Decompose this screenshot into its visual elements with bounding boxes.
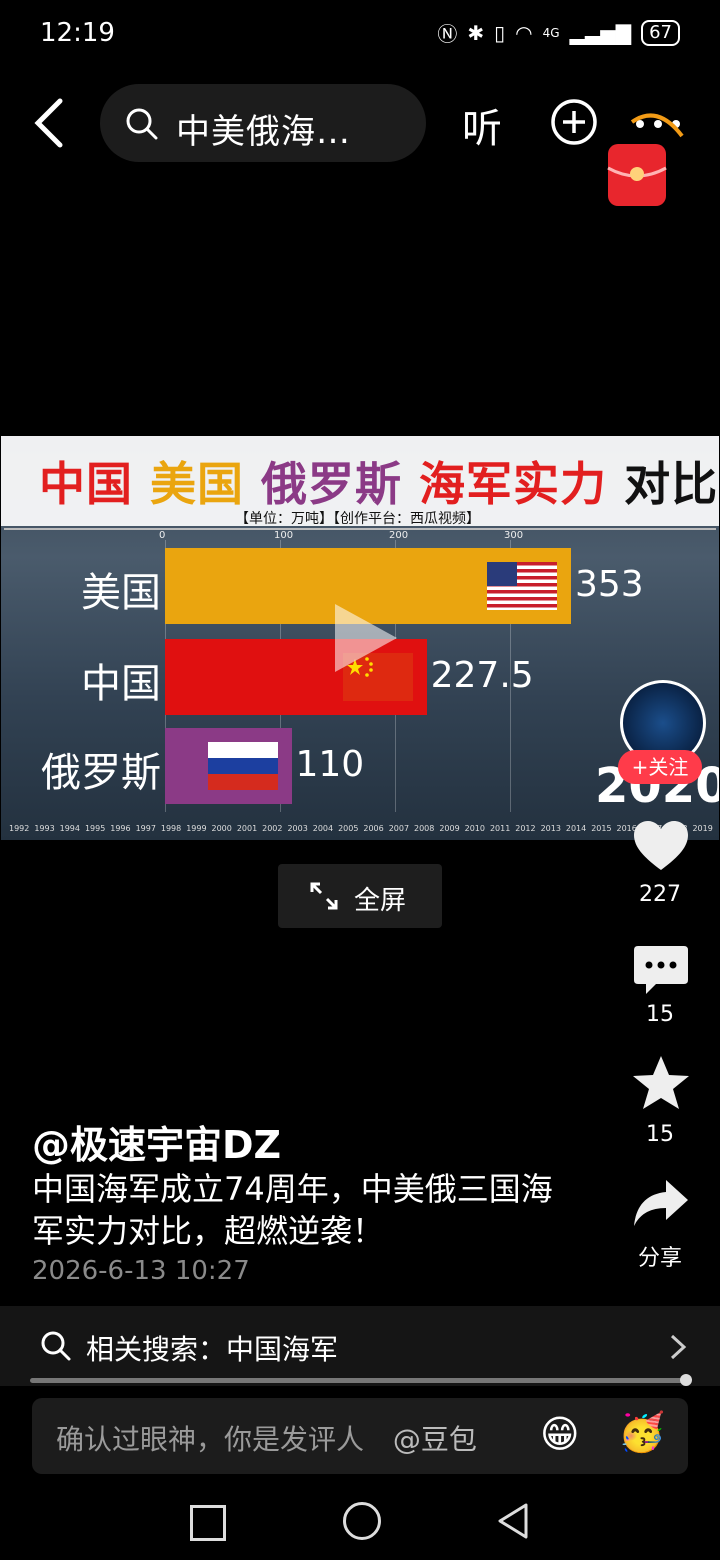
timeline-year: 2002	[262, 824, 283, 833]
comment-input[interactable]: 确认过眼神，你是发评人 @豆包 😁 🥳	[32, 1398, 688, 1474]
add-icon[interactable]	[550, 98, 598, 146]
category-label: 美国	[81, 570, 161, 616]
value-label: 227.5	[430, 655, 534, 696]
video-subtitle: 【单位：万吨】【创作平台：西瓜视频】	[235, 511, 480, 527]
tick-label: 200	[389, 530, 409, 541]
video-progress-bar[interactable]	[30, 1378, 686, 1383]
timeline-year: 2006	[363, 824, 384, 833]
timeline-year: 2015	[591, 824, 612, 833]
timeline-year: 2003	[287, 824, 308, 833]
home-button[interactable]	[343, 1502, 381, 1540]
timeline-year: 1996	[110, 824, 131, 833]
timeline-year: 1993	[34, 824, 55, 833]
share-label: 分享	[637, 1246, 682, 1271]
follow-button[interactable]: +关注	[618, 750, 702, 784]
category-label: 俄罗斯	[41, 750, 161, 796]
search-icon	[41, 1331, 71, 1361]
timeline-year: 2005	[338, 824, 359, 833]
expand-icon	[310, 882, 338, 910]
post-description: 中国海军成立74周年，中美俄三国海军实力对比，超燃逆袭！	[32, 1170, 553, 1250]
timeline-year: 2009	[439, 824, 460, 833]
nav-back-icon[interactable]	[496, 1502, 530, 1540]
timeline-year: 1999	[186, 824, 207, 833]
author-name[interactable]: @极速宇宙DZ	[32, 1114, 281, 1169]
bluetooth-icon: ✱	[467, 20, 485, 45]
timeline-year: 2007	[388, 824, 410, 833]
title-part-china: 中国	[39, 457, 133, 511]
share-icon[interactable]	[632, 1176, 690, 1234]
value-label: 353	[574, 564, 644, 605]
timeline-year: 2001	[236, 824, 258, 833]
title-part-russia: 俄罗斯	[261, 457, 403, 511]
grin-emoji-icon[interactable]: 😁	[540, 1412, 580, 1456]
comment-count: 15	[646, 1002, 674, 1027]
vibrate-icon: ▯	[494, 20, 506, 45]
like-heart-icon[interactable]	[632, 818, 690, 876]
like-count: 227	[639, 882, 681, 907]
timeline-year: 2010	[464, 824, 485, 833]
value-label: 110	[295, 744, 365, 785]
battery-indicator: 67	[641, 19, 680, 46]
us-flag-icon	[486, 562, 557, 610]
timeline-year: 2013	[540, 824, 561, 833]
title-part-usa: 美国	[150, 457, 245, 511]
search-box[interactable]: 中美俄海…	[100, 84, 426, 162]
status-bar: 12:19 Ⓝ ✱ ▯ ◠ 4G ▂▃▅▇ 67	[0, 0, 720, 70]
search-text: 中美俄海…	[176, 112, 351, 152]
comment-placeholder: 确认过眼神，你是发评人 @豆包	[56, 1418, 477, 1458]
fullscreen-label: 全屏	[354, 886, 407, 916]
axis-line	[4, 528, 716, 530]
category-label: 中国	[81, 661, 161, 707]
video-player[interactable]: 中国 美国 俄罗斯 海军实力 对比 【单位：万吨】【创作平台：西瓜视频】 0 10…	[1, 436, 719, 840]
timeline-year: 1994	[59, 824, 80, 833]
post-date: 2026-6-13 10:27	[32, 1256, 250, 1286]
video-title: 中国 美国 俄罗斯 海军实力 对比	[39, 448, 718, 514]
back-icon[interactable]	[30, 95, 70, 151]
comment-icon[interactable]	[632, 942, 690, 1000]
network-label: 4G	[542, 25, 560, 40]
title-part-compare: 对比	[624, 457, 719, 511]
related-search-label: 相关搜索：中国海军	[86, 1333, 339, 1366]
title-part-navy: 海军实力	[419, 457, 608, 511]
ru-flag-icon	[207, 742, 278, 790]
timeline-year: 2012	[515, 824, 536, 833]
timeline-year: 2019	[692, 824, 713, 833]
timeline-year: 2000	[211, 824, 232, 833]
more-icon[interactable]	[630, 108, 686, 138]
search-icon	[126, 108, 158, 140]
timeline[interactable]: 1992 1993 1994 1995 1996 1997 1998 1999 2000 2001…	[9, 824, 713, 833]
timeline-year: 2004	[312, 824, 334, 833]
wifi-icon: ◠	[515, 20, 533, 45]
tick-label: 100	[274, 530, 294, 541]
timeline-year: 1992	[9, 824, 30, 833]
chevron-right-icon	[670, 1334, 687, 1360]
fullscreen-button[interactable]: 全屏	[278, 864, 442, 928]
play-icon[interactable]	[331, 600, 401, 676]
timeline-year: 2011	[489, 824, 511, 833]
party-emoji-icon[interactable]: 🥳	[618, 1410, 665, 1455]
timeline-year: 1997	[135, 824, 156, 833]
mention-doubao[interactable]: @豆包	[393, 1423, 477, 1456]
status-icons: Ⓝ ✱ ▯ ◠ 4G ▂▃▅▇ 67	[437, 18, 680, 47]
star-icon[interactable]	[632, 1054, 690, 1112]
comment-placeholder-text: 确认过眼神，你是发评人	[56, 1423, 365, 1456]
related-search-bar[interactable]: 相关搜索：中国海军	[0, 1306, 720, 1386]
timeline-year: 2008	[414, 824, 435, 833]
progress-knob[interactable]	[680, 1374, 692, 1386]
timeline-year: 1998	[160, 824, 182, 833]
red-packet-icon[interactable]	[606, 140, 668, 210]
nfc-icon: Ⓝ	[437, 22, 458, 46]
tick-label: 0	[159, 530, 166, 541]
signal-icon: ▂▃▅▇	[569, 20, 632, 45]
timeline-year: 2014	[565, 824, 587, 833]
recent-apps-button[interactable]	[190, 1505, 226, 1541]
status-time: 12:19	[40, 18, 115, 48]
listen-button[interactable]: 听	[462, 96, 502, 154]
favorite-count: 15	[646, 1122, 674, 1147]
timeline-year: 1995	[84, 824, 106, 833]
tick-label: 300	[504, 530, 524, 541]
